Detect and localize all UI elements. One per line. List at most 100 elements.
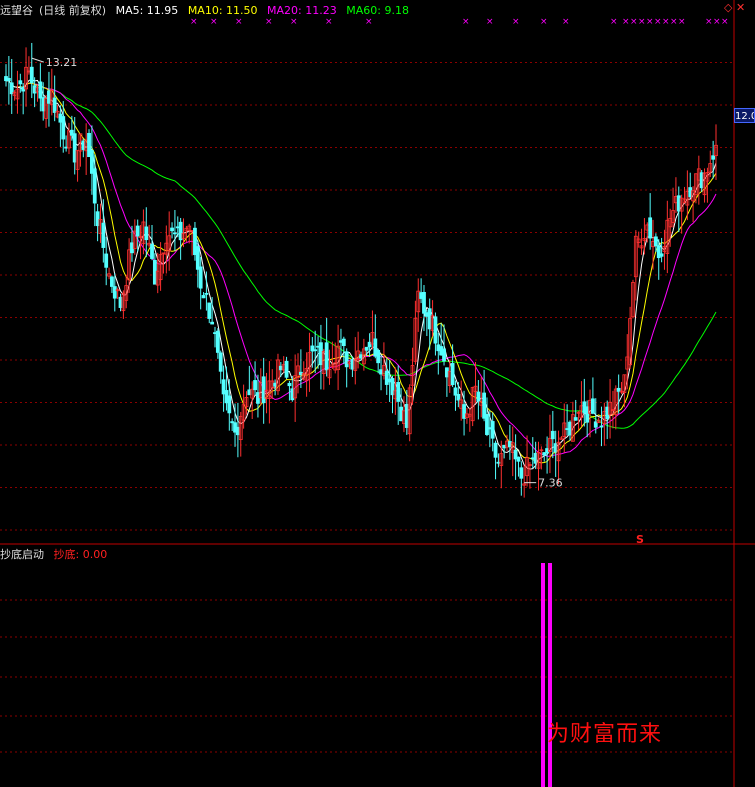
- candle-body: [52, 97, 57, 113]
- candle-body: [29, 66, 34, 84]
- candle-body: [135, 225, 140, 237]
- candle-body: [313, 349, 318, 352]
- indicator-name: 抄底启动: [0, 548, 44, 561]
- candle-body: [422, 291, 426, 314]
- candle-body: [396, 382, 401, 402]
- signal-x-marker: ×: [486, 17, 494, 27]
- signal-x-marker: ×: [662, 17, 670, 27]
- ma60-label: MA60: 9.18: [346, 4, 409, 17]
- ma20-label: MA20: 11.23: [267, 4, 337, 17]
- ma10-label: MA10: 11.50: [187, 4, 258, 17]
- candle-body: [493, 442, 498, 458]
- signal-x-marker: ×: [462, 17, 470, 27]
- candle-body: [198, 266, 203, 289]
- indicator-signal-bar: [541, 563, 545, 787]
- expand-icon[interactable]: ◇ ✕: [724, 1, 745, 14]
- candle-body: [384, 370, 389, 385]
- candle-body: [550, 430, 555, 440]
- signal-x-marker: ×: [678, 17, 686, 27]
- candle-body: [61, 116, 66, 140]
- indicator-value: 抄底: 0.00: [53, 548, 108, 561]
- signal-x-marker: ×: [235, 17, 243, 27]
- high-pointer: [31, 57, 44, 63]
- candle-body: [648, 217, 653, 239]
- candle-body: [653, 236, 658, 247]
- indicator-signal-bar: [548, 563, 552, 787]
- candle-body: [207, 302, 212, 319]
- candle-body: [573, 417, 578, 421]
- candle-body: [6, 77, 11, 82]
- slogan-text: 为财富而来: [547, 722, 663, 747]
- candle-body: [659, 253, 664, 257]
- candle-body: [101, 222, 106, 248]
- candle-body: [210, 321, 215, 325]
- candle-body: [215, 330, 220, 353]
- ma5-label: MA5: 11.95: [115, 4, 179, 17]
- candle-body: [92, 168, 97, 204]
- candle-body: [227, 395, 232, 414]
- signal-x-marker: ×: [512, 17, 520, 27]
- signal-x-marker: ×: [622, 17, 630, 27]
- ma60-line: [6, 80, 717, 429]
- candle-body: [711, 155, 716, 160]
- signal-x-marker: ×: [325, 17, 333, 27]
- signal-x-marker: ×: [638, 17, 646, 27]
- main-chart: 13.217.36S× × × × × × × × × × × × × × × × × × × × × × × ×: [0, 0, 755, 787]
- signal-x-marker: ×: [610, 17, 618, 27]
- candle-body: [104, 253, 109, 268]
- candle-body: [110, 276, 114, 287]
- signal-x-marker: ×: [265, 17, 273, 27]
- signal-x-marker: ×: [210, 17, 218, 27]
- candle-body: [599, 425, 604, 428]
- candle-body: [485, 414, 489, 435]
- candle-body: [38, 81, 43, 99]
- signal-x-marker: ×: [540, 17, 548, 27]
- candle-body: [516, 456, 521, 462]
- candle-body: [519, 467, 524, 479]
- candle-body: [204, 293, 209, 295]
- candle-body: [261, 376, 266, 404]
- candle-body: [173, 232, 177, 235]
- candle-body: [476, 391, 481, 402]
- candle-body: [456, 393, 461, 401]
- low-label: 7.36: [538, 477, 563, 490]
- signal-x-marker: ×: [290, 17, 298, 27]
- current-price-tag: 12.0: [734, 108, 755, 123]
- signal-mark: S: [636, 533, 644, 546]
- candle-body: [218, 352, 223, 372]
- signal-x-marker: ×: [562, 17, 570, 27]
- signal-x-marker: ×: [705, 17, 713, 27]
- candle-body: [364, 346, 369, 351]
- candle-body: [284, 360, 289, 378]
- candle-body: [376, 349, 381, 364]
- candle-body: [287, 382, 292, 387]
- signal-x-marker: ×: [713, 17, 721, 27]
- signal-x-marker: ×: [630, 17, 638, 27]
- candle-body: [150, 243, 154, 259]
- candle-body: [18, 80, 23, 85]
- candle-body: [170, 227, 174, 232]
- candle-body: [450, 363, 455, 386]
- indicator-header: 抄底启动 抄底: 0.00: [0, 546, 113, 562]
- stock-name: 远望谷: [0, 4, 33, 17]
- signal-x-marker: ×: [721, 17, 729, 27]
- signal-x-marker: ×: [190, 17, 198, 27]
- candle-body: [442, 348, 446, 362]
- candle-body: [341, 338, 346, 347]
- chart-mode: (日线 前复权): [39, 4, 107, 17]
- candle-body: [253, 380, 257, 391]
- candle-body: [590, 398, 595, 414]
- high-label: 13.21: [46, 56, 78, 69]
- candle-body: [324, 342, 329, 371]
- signal-x-marker: ×: [654, 17, 662, 27]
- chart-header: 远望谷 (日线 前复权) MA5: 11.95 MA10: 11.50 MA20:…: [0, 2, 415, 18]
- candle-body: [144, 226, 149, 241]
- candle-body: [344, 351, 349, 368]
- candle-body: [433, 316, 438, 344]
- candle-body: [195, 246, 200, 270]
- candle-body: [490, 421, 495, 439]
- signal-x-marker: ×: [365, 17, 373, 27]
- signal-x-marker: ×: [670, 17, 678, 27]
- candle-body: [201, 295, 206, 299]
- signal-x-marker: ×: [646, 17, 654, 27]
